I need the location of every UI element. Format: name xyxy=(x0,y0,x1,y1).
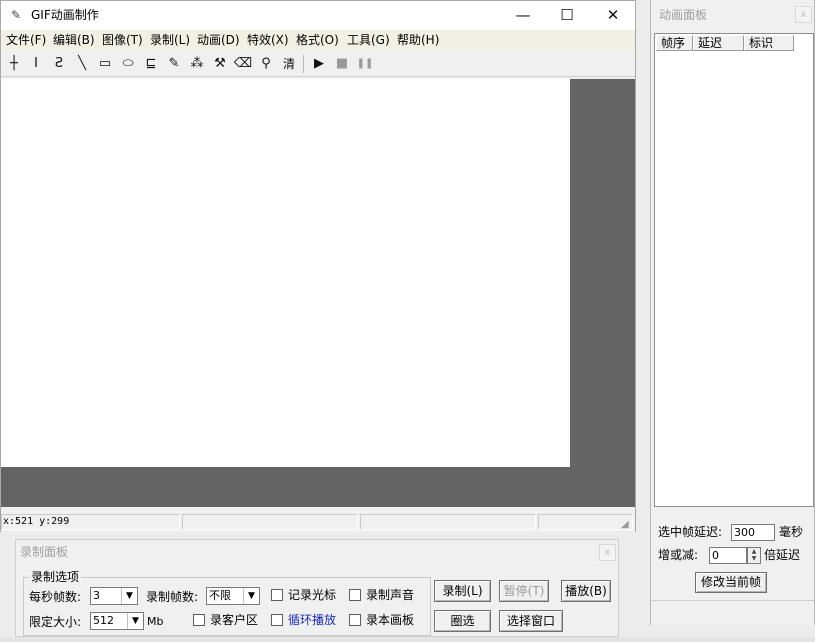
stop-icon[interactable]: ■ xyxy=(332,54,352,74)
text-cursor-icon[interactable]: I xyxy=(26,54,46,74)
toolbar: ┼ I Ƨ ╲ ▭ ⬭ ⊑ ✎ ⁂ ⚒ ⌫ ⚲ 清 ▶ ■ ❚❚ xyxy=(1,51,635,77)
title-bar[interactable]: ✎ GIF动画制作 — ☐ ✕ xyxy=(1,1,635,30)
spray-icon[interactable]: ⁂ xyxy=(187,54,207,74)
resize-grip-icon[interactable]: ◢ xyxy=(621,519,633,531)
maximize-button[interactable]: ☐ xyxy=(544,1,590,30)
freehand-icon[interactable]: Ƨ xyxy=(49,54,69,74)
app-icon: ✎ xyxy=(11,8,22,22)
size-select[interactable]: 512 ▼ xyxy=(90,612,144,630)
chevron-down-icon[interactable]: ▼ xyxy=(243,588,259,604)
menu-tools[interactable]: 工具(G) xyxy=(347,33,390,47)
animation-panel-title: 动画面板 xyxy=(659,8,708,22)
record-panel-title: 录制面板 xyxy=(20,545,69,559)
record-cursor-label[interactable]: 记录光标 xyxy=(288,587,336,603)
size-label: 限定大小: xyxy=(29,615,82,629)
cursor-coordinates: x:521 y:299 xyxy=(3,516,70,527)
loop-play-label[interactable]: 循环播放 xyxy=(288,612,336,628)
clear-button[interactable]: 清 xyxy=(279,54,299,74)
record-options-label: 录制选项 xyxy=(29,569,82,585)
menu-effects[interactable]: 特效(X) xyxy=(247,33,289,47)
size-value: 512 xyxy=(93,614,114,627)
select-window-button[interactable]: 选择窗口 xyxy=(499,610,563,632)
fps-label: 每秒帧数: xyxy=(29,590,82,604)
record-client-checkbox[interactable] xyxy=(193,614,205,626)
rectangle-icon[interactable]: ▭ xyxy=(95,54,115,74)
play-icon[interactable]: ▶ xyxy=(309,54,329,74)
eyedropper-icon[interactable]: ⚲ xyxy=(256,54,276,74)
animation-panel: 动画面板 x 帧序 延迟 标识 选中帧延迟: 300 毫秒 增或减: 0 ▲ ▼ … xyxy=(650,0,815,625)
animation-panel-close-button[interactable]: x xyxy=(795,6,812,23)
pause-button[interactable]: 暂停(T) xyxy=(499,580,549,602)
column-header-tag[interactable]: 标识 xyxy=(744,35,794,51)
play-button[interactable]: 播放(B) xyxy=(561,580,611,602)
minimize-button[interactable]: — xyxy=(500,1,546,30)
divider xyxy=(651,600,814,601)
frame-list[interactable]: 帧序 延迟 标识 xyxy=(654,33,814,507)
adjust-unit: 倍延迟 xyxy=(764,548,801,562)
menu-help[interactable]: 帮助(H) xyxy=(397,33,439,47)
chevron-down-icon[interactable]: ▼ xyxy=(121,588,137,604)
record-canvas-checkbox[interactable] xyxy=(349,614,361,626)
record-canvas-label[interactable]: 录本画板 xyxy=(366,612,414,628)
frames-select[interactable]: 不限 ▼ xyxy=(206,587,260,605)
modify-frame-button[interactable]: 修改当前帧 xyxy=(695,572,767,593)
pencil-icon[interactable]: ✎ xyxy=(164,54,184,74)
status-bar: x:521 y:299 ◢ xyxy=(1,511,635,532)
menu-record[interactable]: 录制(L) xyxy=(150,33,190,47)
polygon-icon[interactable]: ⊑ xyxy=(141,54,161,74)
record-cursor-checkbox[interactable] xyxy=(271,589,283,601)
frames-label: 录制帧数: xyxy=(146,590,199,604)
adjust-spinner[interactable]: ▲ ▼ xyxy=(747,547,761,564)
delay-input[interactable]: 300 xyxy=(731,524,775,541)
close-button[interactable]: ✕ xyxy=(590,1,636,30)
line-icon[interactable]: ╲ xyxy=(72,54,92,74)
fps-select[interactable]: 3 ▼ xyxy=(90,587,138,605)
status-panel xyxy=(360,514,536,530)
menu-file[interactable]: 文件(F) xyxy=(6,33,46,47)
record-panel: 录制面板 x 录制选项 每秒帧数: 3 ▼ 录制帧数: 不限 ▼ 记录光标 录制… xyxy=(15,539,619,637)
menu-edit[interactable]: 编辑(B) xyxy=(53,33,95,47)
drawing-canvas[interactable] xyxy=(1,79,570,467)
adjust-label: 增或减: xyxy=(658,548,699,562)
size-unit: Mb xyxy=(147,615,164,628)
menu-animate[interactable]: 动画(D) xyxy=(197,33,240,47)
taskbar-edge xyxy=(0,637,815,642)
toolbar-separator xyxy=(303,55,304,73)
delay-unit: 毫秒 xyxy=(779,525,804,539)
eraser-icon[interactable]: ⌫ xyxy=(233,54,253,74)
adjust-input[interactable]: 0 xyxy=(709,547,747,564)
brush-icon[interactable]: ⚒ xyxy=(210,54,230,74)
status-panel xyxy=(182,514,358,530)
menu-format[interactable]: 格式(O) xyxy=(296,33,339,47)
fps-value: 3 xyxy=(93,589,100,602)
column-header-delay[interactable]: 延迟 xyxy=(693,35,744,51)
menu-image[interactable]: 图像(T) xyxy=(102,33,143,47)
record-sound-label[interactable]: 录制声音 xyxy=(366,587,414,603)
record-client-label[interactable]: 录客户区 xyxy=(210,612,258,628)
record-panel-close-button[interactable]: x xyxy=(599,544,616,561)
crosshair-icon[interactable]: ┼ xyxy=(4,54,24,74)
chevron-down-icon[interactable]: ▼ xyxy=(127,613,143,629)
workspace xyxy=(1,79,635,507)
pause-icon[interactable]: ❚❚ xyxy=(355,54,375,74)
main-window: ✎ GIF动画制作 — ☐ ✕ 文件(F) 编辑(B) 图像(T) 录制(L) … xyxy=(0,0,636,532)
frames-value: 不限 xyxy=(209,589,231,602)
ellipse-icon[interactable]: ⬭ xyxy=(118,54,138,74)
menu-bar: 文件(F) 编辑(B) 图像(T) 录制(L) 动画(D) 特效(X) 格式(O… xyxy=(1,30,635,50)
delay-label: 选中帧延迟: xyxy=(658,525,723,539)
loop-play-checkbox[interactable] xyxy=(271,614,283,626)
record-button[interactable]: 录制(L) xyxy=(434,580,491,602)
window-title: GIF动画制作 xyxy=(31,8,99,22)
select-area-button[interactable]: 圈选 xyxy=(434,610,491,632)
column-header-frame-order[interactable]: 帧序 xyxy=(656,35,693,51)
status-panel xyxy=(538,514,633,530)
record-sound-checkbox[interactable] xyxy=(349,589,361,601)
